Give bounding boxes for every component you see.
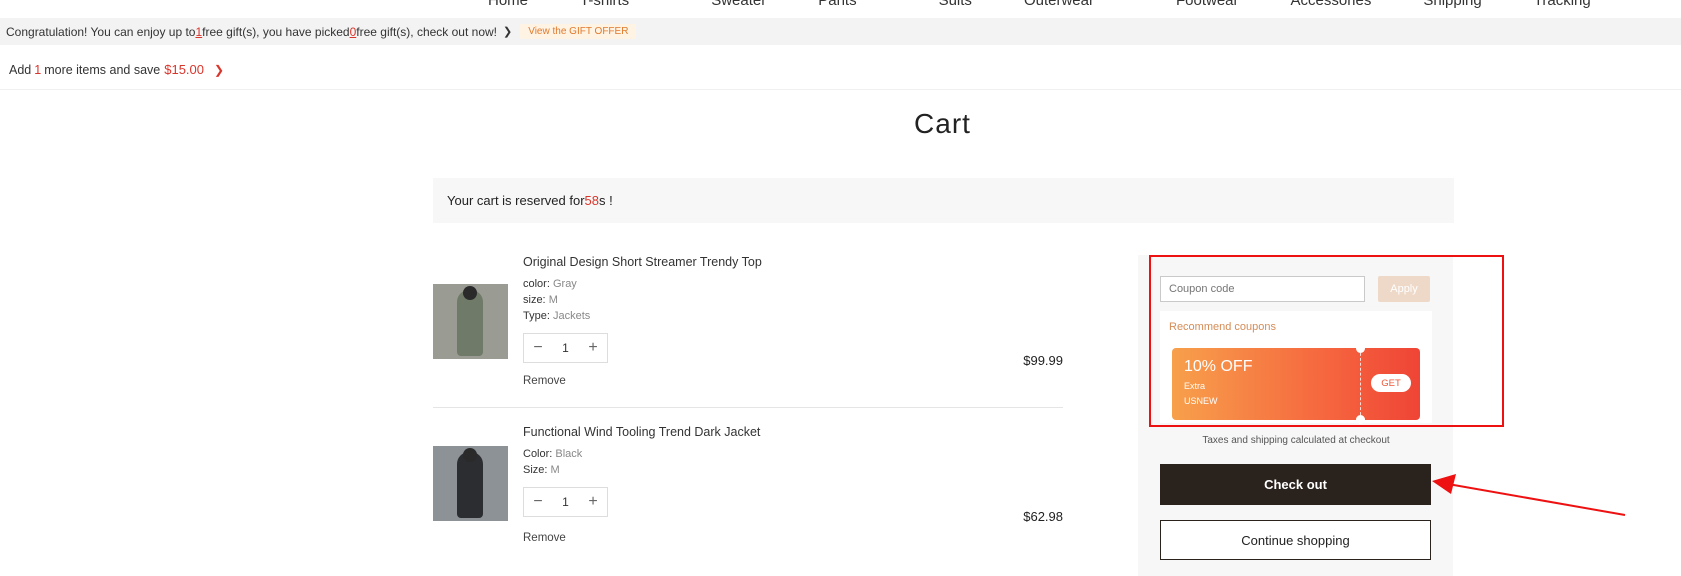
arrow-shaft [1447,483,1626,516]
arrow-head [1432,474,1456,494]
annotation-arrow [1432,474,1626,516]
